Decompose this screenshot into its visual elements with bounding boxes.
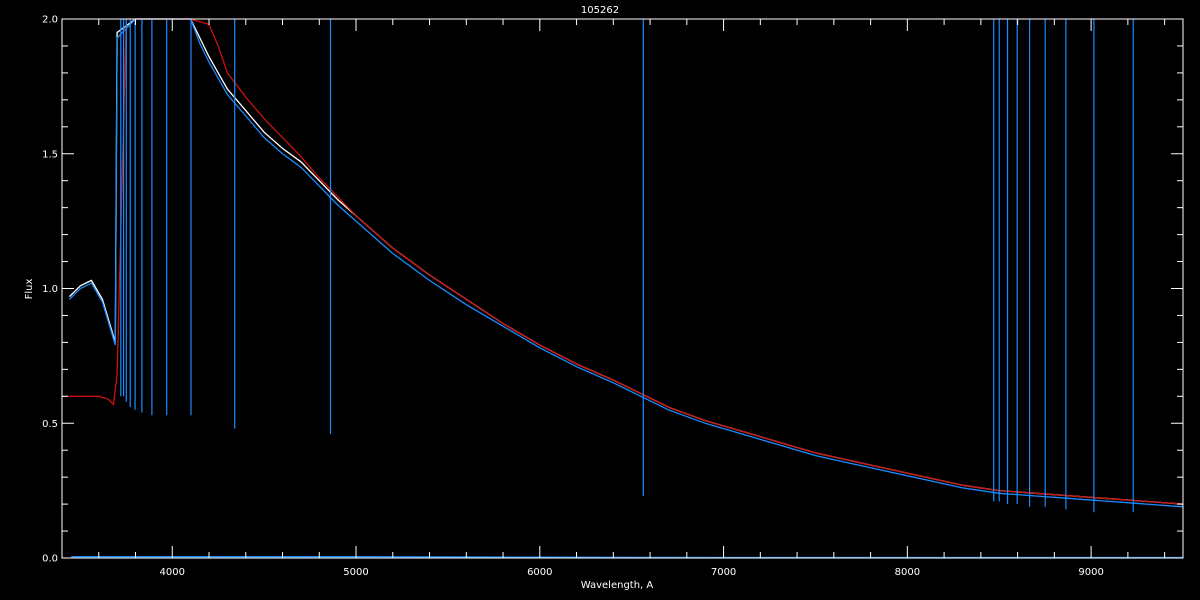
- chart-title: 105262: [581, 5, 619, 16]
- x-tick-label: 9000: [1078, 567, 1103, 578]
- spectrum-chart: 4000 5000 6000 7000 8000 90000.00.51.01.52.0 …: [0, 0, 1200, 600]
- x-tick-label: 7000: [711, 567, 736, 578]
- y-tick-label: 0.5: [42, 419, 58, 430]
- x-tick-label: 6000: [527, 567, 552, 578]
- x-tick-label: 8000: [895, 567, 920, 578]
- x-axis-label: Wavelength, A: [581, 580, 654, 591]
- x-tick-label: 4000: [160, 567, 185, 578]
- x-tick-label: 5000: [343, 567, 368, 578]
- y-tick-label: 2.0: [42, 15, 58, 26]
- y-axis-label: Flux: [24, 279, 35, 300]
- chart-background: [0, 0, 1200, 600]
- y-tick-label: 1.0: [42, 284, 58, 295]
- y-tick-label: 1.5: [42, 149, 58, 160]
- y-tick-label: 0.0: [42, 554, 58, 565]
